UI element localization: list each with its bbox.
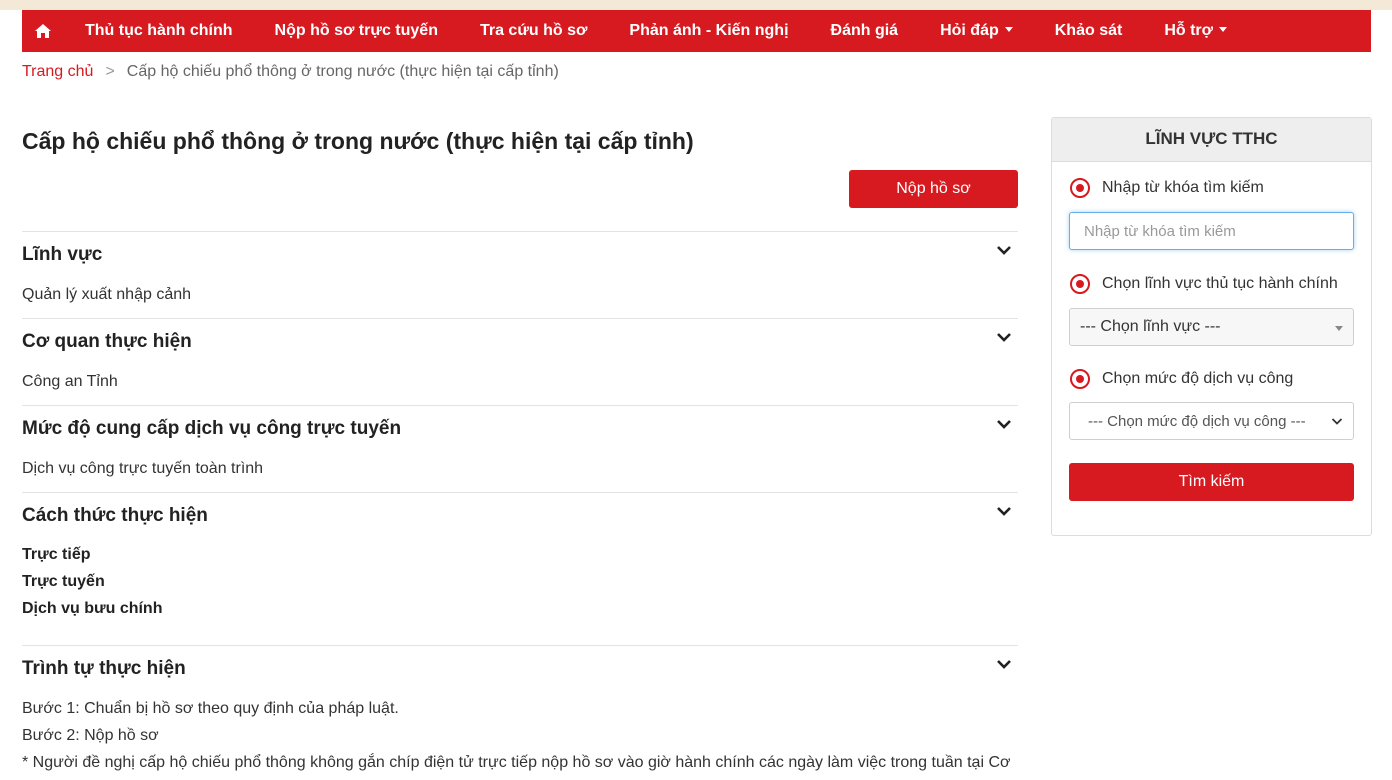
section-header[interactable]: Trình tự thực hiện [22,646,1018,692]
section-content: Công an Tỉnh [22,373,118,390]
chevron-down-icon[interactable] [996,419,1012,431]
section-header[interactable]: Cách thức thực hiện [22,493,1018,539]
method-item: Trực tuyến [22,573,105,590]
sidebar-title: LĨNH VỰC TTHC [1052,118,1371,162]
level-radio-option[interactable]: Chọn mức độ dịch vụ công [1070,369,1293,389]
section-content: Dịch vụ công trực tuyến toàn trình [22,460,264,477]
caret-down-icon [1004,27,1013,33]
section-co-quan-thuc-hien: Cơ quan thực hiện Công an Tỉnh [22,318,1018,395]
level-select[interactable]: --- Chọn mức độ dịch vụ công --- [1069,402,1354,440]
chevron-down-icon[interactable] [996,506,1012,518]
field-select-value: --- Chọn lĩnh vực --- [1080,318,1221,335]
breadcrumb-separator: > [105,63,115,80]
breadcrumb-home-link[interactable]: Trang chủ [22,63,93,81]
breadcrumb-current: Cấp hộ chiếu phổ thông ở trong nước (thự… [126,63,559,80]
nav-nop-ho-so-truc-tuyen[interactable]: Nộp hồ sơ trực tuyến [254,10,459,52]
nav-hoi-dap[interactable]: Hỏi đáp [919,10,1034,52]
caret-down-icon [1335,326,1343,331]
keyword-radio-label: Nhập từ khóa tìm kiếm [1102,179,1264,196]
method-item: Trực tiếp [22,546,91,563]
nav-tra-cuu-ho-so[interactable]: Tra cứu hồ sơ [459,10,608,52]
keyword-search-input[interactable]: Nhập từ khóa tìm kiếm [1069,212,1354,250]
section-title: Lĩnh vực [22,244,103,265]
field-radio-option[interactable]: Chọn lĩnh vực thủ tục hành chính [1070,274,1338,294]
section-title: Mức độ cung cấp dịch vụ công trực tuyến [22,418,402,439]
radio-selected-icon[interactable] [1070,178,1090,198]
search-button[interactable]: Tìm kiếm [1069,463,1354,501]
step-text: Bước 1: Chuẩn bị hồ sơ theo quy định của… [22,700,399,717]
nav-home[interactable] [22,10,64,52]
keyword-radio-option[interactable]: Nhập từ khóa tìm kiếm [1070,178,1264,198]
step-text: Bước 2: Nộp hồ sơ [22,727,159,744]
top-banner-strip [0,0,1392,10]
caret-down-icon [1219,27,1228,33]
section-title: Trình tự thực hiện [22,658,186,679]
field-radio-label: Chọn lĩnh vực thủ tục hành chính [1102,275,1338,292]
chevron-down-icon[interactable] [996,332,1012,344]
submit-application-button[interactable]: Nộp hồ sơ [849,170,1018,208]
field-select[interactable]: --- Chọn lĩnh vực --- [1069,308,1354,346]
section-title: Cơ quan thực hiện [22,331,192,352]
method-item: Dịch vụ bưu chính [22,600,163,617]
section-title: Cách thức thực hiện [22,505,208,526]
main-navbar: Thủ tục hành chính Nộp hồ sơ trực tuyến … [22,10,1371,52]
section-header[interactable]: Lĩnh vực [22,232,1018,278]
nav-danh-gia[interactable]: Đánh giá [810,10,920,52]
search-sidebar: LĨNH VỰC TTHC Nhập từ khóa tìm kiếm Nhập… [1051,117,1372,536]
home-icon [35,24,51,38]
section-muc-do-dich-vu: Mức độ cung cấp dịch vụ công trực tuyến … [22,405,1018,482]
nav-ho-tro-label: Hỗ trợ [1164,22,1214,39]
section-cach-thuc-thuc-hien: Cách thức thực hiện Trực tiếp Trực tuyến… [22,492,1018,622]
section-linh-vuc: Lĩnh vực Quản lý xuất nhập cảnh [22,231,1018,308]
section-content: Quản lý xuất nhập cảnh [22,286,192,303]
nav-ho-tro[interactable]: Hỗ trợ [1143,10,1248,52]
radio-selected-icon[interactable] [1070,369,1090,389]
breadcrumb: Trang chủ > Cấp hộ chiếu phổ thông ở tro… [22,63,559,81]
chevron-down-icon [1331,418,1343,425]
chevron-down-icon[interactable] [996,245,1012,257]
nav-hoi-dap-label: Hỏi đáp [940,22,999,39]
level-select-value: --- Chọn mức độ dịch vụ công --- [1088,412,1306,430]
page-title: Cấp hộ chiếu phổ thông ở trong nước (thự… [22,128,694,154]
step-text: * Người đề nghị cấp hộ chiếu phổ thông k… [22,754,1011,771]
nav-thu-tuc-hanh-chinh[interactable]: Thủ tục hành chính [64,10,254,52]
nav-khao-sat[interactable]: Khảo sát [1034,10,1144,52]
chevron-down-icon[interactable] [996,659,1012,671]
section-header[interactable]: Cơ quan thực hiện [22,319,1018,365]
section-trinh-tu-thuc-hien: Trình tự thực hiện Bước 1: Chuẩn bị hồ s… [22,645,1018,776]
level-radio-label: Chọn mức độ dịch vụ công [1102,370,1294,387]
radio-selected-icon[interactable] [1070,274,1090,294]
nav-phan-anh-kien-nghi[interactable]: Phản ánh - Kiến nghị [608,10,809,52]
section-header[interactable]: Mức độ cung cấp dịch vụ công trực tuyến [22,406,1018,452]
